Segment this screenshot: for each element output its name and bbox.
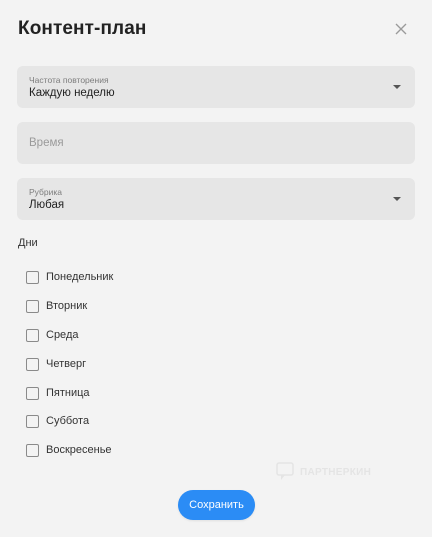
content-plan-dialog: Контент-план Частота повторения Каждую н… (0, 0, 432, 537)
day-label: Воскресенье (46, 444, 112, 456)
day-checkbox-thursday[interactable]: Четверг (26, 356, 86, 372)
day-label: Понедельник (46, 271, 114, 283)
close-button[interactable] (392, 20, 410, 38)
day-checkbox-tuesday[interactable]: Вторник (26, 298, 87, 314)
frequency-value: Каждую неделю (29, 87, 115, 99)
checkbox-icon[interactable] (26, 270, 39, 284)
dialog-title: Контент-план (18, 18, 147, 39)
day-checkbox-wednesday[interactable]: Среда (26, 327, 78, 343)
frequency-label: Частота повторения (29, 75, 109, 85)
chevron-down-icon (393, 85, 401, 89)
day-label: Четверг (46, 358, 87, 370)
checkbox-icon[interactable] (26, 357, 39, 371)
watermark: ПАРТНЕРКИН (276, 462, 371, 482)
time-input[interactable]: Время (17, 122, 415, 164)
day-checkbox-saturday[interactable]: Суббота (26, 413, 89, 429)
day-checkbox-friday[interactable]: Пятница (26, 385, 90, 401)
day-label: Суббота (46, 415, 90, 427)
chevron-down-icon (393, 197, 401, 201)
category-select[interactable]: Рубрика Любая (17, 178, 415, 220)
day-checkbox-sunday[interactable]: Воскресенье (26, 442, 112, 458)
close-icon (395, 23, 407, 35)
frequency-select[interactable]: Частота повторения Каждую неделю (17, 66, 415, 108)
days-label: Дни (18, 237, 38, 249)
day-checkbox-monday[interactable]: Понедельник (26, 269, 113, 285)
save-button[interactable]: Сохранить (178, 490, 255, 520)
checkbox-icon[interactable] (26, 443, 39, 457)
watermark-text: ПАРТНЕРКИН (300, 466, 372, 478)
day-label: Вторник (46, 300, 88, 312)
checkbox-icon[interactable] (26, 299, 39, 313)
category-value: Любая (29, 199, 65, 211)
category-label: Рубрика (29, 187, 62, 197)
checkbox-icon[interactable] (26, 328, 39, 342)
day-label: Среда (46, 329, 79, 341)
day-label: Пятница (46, 387, 90, 399)
watermark-logo-icon (276, 462, 294, 480)
checkbox-icon[interactable] (26, 414, 39, 428)
checkbox-icon[interactable] (26, 386, 39, 400)
time-placeholder: Время (29, 137, 64, 149)
